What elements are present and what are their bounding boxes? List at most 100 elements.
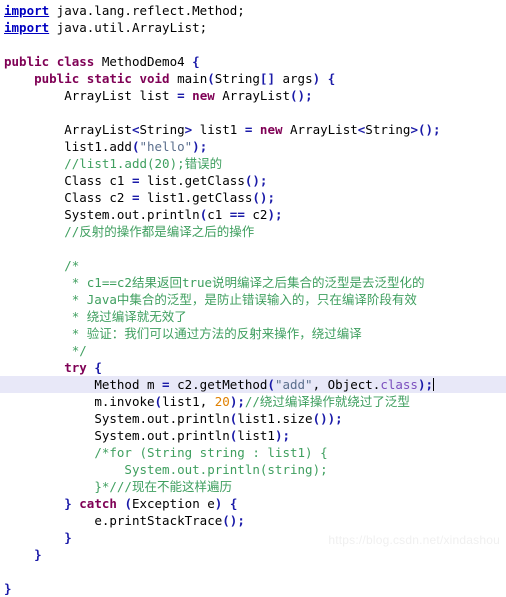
- code-line-33[interactable]: }: [0, 546, 506, 563]
- token-block-comment-close: }*///现在不能这样遍历: [94, 479, 232, 494]
- code-line-15[interactable]: [0, 240, 506, 257]
- token-import-keyword: import: [4, 3, 50, 18]
- code-line-11[interactable]: Class c1 = list.getClass();: [0, 172, 506, 189]
- code-line-19[interactable]: * 绕过编译就无效了: [0, 308, 506, 325]
- code-line-29[interactable]: }*///现在不能这样遍历: [0, 478, 506, 495]
- token-block-comment-open: /*for (String string : list1) {: [94, 445, 328, 460]
- token-open-paren: (: [154, 394, 163, 409]
- code-line-9[interactable]: list1.add("hello");: [0, 138, 506, 155]
- token-semicolon: ;: [237, 513, 245, 528]
- code-line-3[interactable]: [0, 36, 506, 53]
- code-line-25[interactable]: System.out.println(list1.size());: [0, 410, 506, 427]
- token-close-brace: }: [64, 530, 72, 545]
- token-catch-keyword: catch: [79, 496, 117, 511]
- token-semicolon: ;: [237, 394, 245, 409]
- code-line-35[interactable]: }: [0, 580, 506, 597]
- token-type-name: ArrayList: [64, 122, 132, 137]
- token-declaration: ArrayList list: [64, 88, 178, 103]
- token-param-type: String: [214, 71, 260, 86]
- token-public-keyword: public: [34, 71, 80, 86]
- code-editor[interactable]: import java.lang.reflect.Method; import …: [0, 0, 506, 596]
- token-semicolon: ;: [335, 411, 343, 426]
- token-method-call: System.out.println: [94, 428, 230, 443]
- code-line-22[interactable]: try {: [0, 359, 506, 376]
- token-line-comment: //list1.add(20);错误的: [64, 156, 223, 171]
- code-line-20[interactable]: * 验证：我们可以通过方法的反射来操作，绕过编译: [0, 325, 506, 342]
- token-declaration: Method m: [94, 377, 163, 392]
- token-new-keyword: new: [259, 122, 283, 137]
- token-line-comment: //绕过编译操作就绕过了泛型: [244, 394, 410, 409]
- token-static-keyword: static: [86, 71, 132, 86]
- code-line-16[interactable]: /*: [0, 257, 506, 274]
- token-method-call: System.out.println: [64, 207, 200, 222]
- code-lines: import java.lang.reflect.Method; import …: [0, 0, 506, 597]
- code-line-26[interactable]: System.out.println(list1);: [0, 427, 506, 444]
- token-argument: list1: [237, 428, 275, 443]
- code-line-13[interactable]: System.out.println(c1 == c2);: [0, 206, 506, 223]
- token-parens: (): [244, 173, 260, 188]
- code-line-7[interactable]: [0, 104, 506, 121]
- code-line-12[interactable]: Class c2 = list1.getClass();: [0, 189, 506, 206]
- token-assign-operator: =: [162, 377, 170, 392]
- code-line-27[interactable]: /*for (String string : list1) {: [0, 444, 506, 461]
- token-open-brace: {: [229, 496, 238, 511]
- token-class-name: MethodDemo4: [94, 54, 193, 69]
- token-exception-param: Exception e: [131, 496, 215, 511]
- token-close-paren: ): [192, 139, 200, 154]
- token-open-paren: (: [207, 71, 215, 86]
- token-void-keyword: void: [139, 71, 170, 86]
- code-line-2[interactable]: import java.util.ArrayList;: [0, 19, 506, 36]
- token-semicolon: ;: [259, 173, 268, 188]
- code-line-17[interactable]: * c1==c2结果返回true说明编译之后集合的泛型是去泛型化的: [0, 274, 506, 291]
- token-argument: list1.size: [237, 411, 313, 426]
- code-line-6[interactable]: ArrayList list = new ArrayList();: [0, 87, 506, 104]
- token-method-call: c2.getMethod: [169, 377, 268, 392]
- token-line-comment: //反射的操作都是编译之后的操作: [64, 224, 255, 239]
- token-argument: list1,: [162, 394, 215, 409]
- code-line-10[interactable]: //list1.add(20);错误的: [0, 155, 506, 172]
- token-block-comment-body: * c1==c2结果返回true说明编译之后集合的泛型是去泛型化的: [71, 275, 425, 290]
- token-type-name: ArrayList: [282, 122, 358, 137]
- token-parens: (): [290, 88, 306, 103]
- token-block-comment-close: */: [71, 343, 87, 358]
- token-class-keyword: class: [56, 54, 95, 69]
- code-line-31[interactable]: e.printStackTrace();: [0, 512, 506, 529]
- code-line-21[interactable]: */: [0, 342, 506, 359]
- code-line-18[interactable]: * Java中集合的泛型，是防止错误输入的，只在编译阶段有效: [0, 291, 506, 308]
- code-line-1[interactable]: import java.lang.reflect.Method;: [0, 2, 506, 19]
- token-parens: (): [222, 513, 238, 528]
- token-close-brace: }: [4, 581, 12, 596]
- token-assign-operator: =: [177, 88, 185, 103]
- token-param-name: args: [274, 71, 313, 86]
- code-line-30[interactable]: } catch (Exception e) {: [0, 495, 506, 512]
- token-close-brace: }: [64, 496, 72, 511]
- code-line-34[interactable]: [0, 563, 506, 580]
- token-method-call: list.getClass: [139, 173, 245, 188]
- text-cursor: [433, 378, 435, 391]
- code-line-14[interactable]: //反射的操作都是编译之后的操作: [0, 223, 506, 240]
- code-line-5[interactable]: public static void main(String[] args) {: [0, 70, 506, 87]
- token-open-paren: (: [267, 377, 275, 392]
- code-line-23-current[interactable]: Method m = c2.getMethod("add", Object.cl…: [0, 376, 506, 393]
- code-line-8[interactable]: ArrayList<String> list1 = new ArrayList<…: [0, 121, 506, 138]
- token-variable-name: list1: [192, 122, 245, 137]
- token-open-brace: {: [94, 360, 102, 375]
- code-line-4[interactable]: public class MethodDemo4 {: [0, 53, 506, 70]
- token-semicolon: ;: [305, 88, 313, 103]
- code-line-28[interactable]: System.out.println(string);: [0, 461, 506, 478]
- code-line-24[interactable]: m.invoke(list1, 20);//绕过编译操作就绕过了泛型: [0, 393, 506, 410]
- token-inner-parens: (): [312, 411, 328, 426]
